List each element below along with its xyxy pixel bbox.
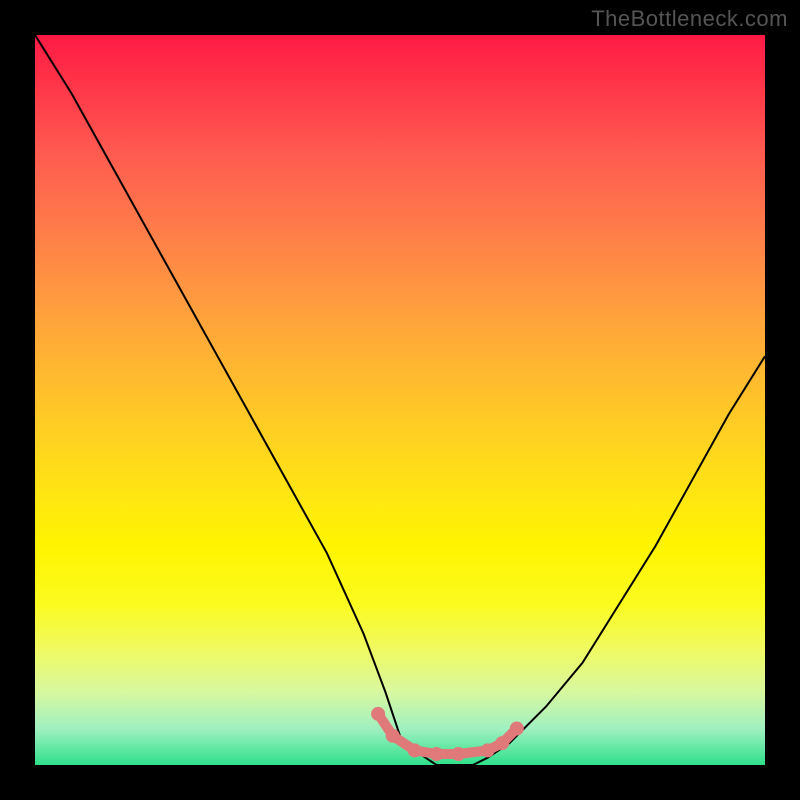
marker-dot	[371, 707, 385, 721]
chart-frame: TheBottleneck.com	[0, 0, 800, 800]
marker-dot	[386, 729, 400, 743]
plot-svg	[35, 35, 765, 765]
marker-dot	[495, 736, 509, 750]
marker-dot	[430, 747, 444, 761]
marker-dot	[408, 743, 422, 757]
marker-dot	[481, 743, 495, 757]
marker-dot	[451, 747, 465, 761]
marker-dot	[510, 722, 524, 736]
plot-area	[35, 35, 765, 765]
watermark-text: TheBottleneck.com	[591, 6, 788, 32]
bottleneck-curve	[35, 35, 765, 765]
